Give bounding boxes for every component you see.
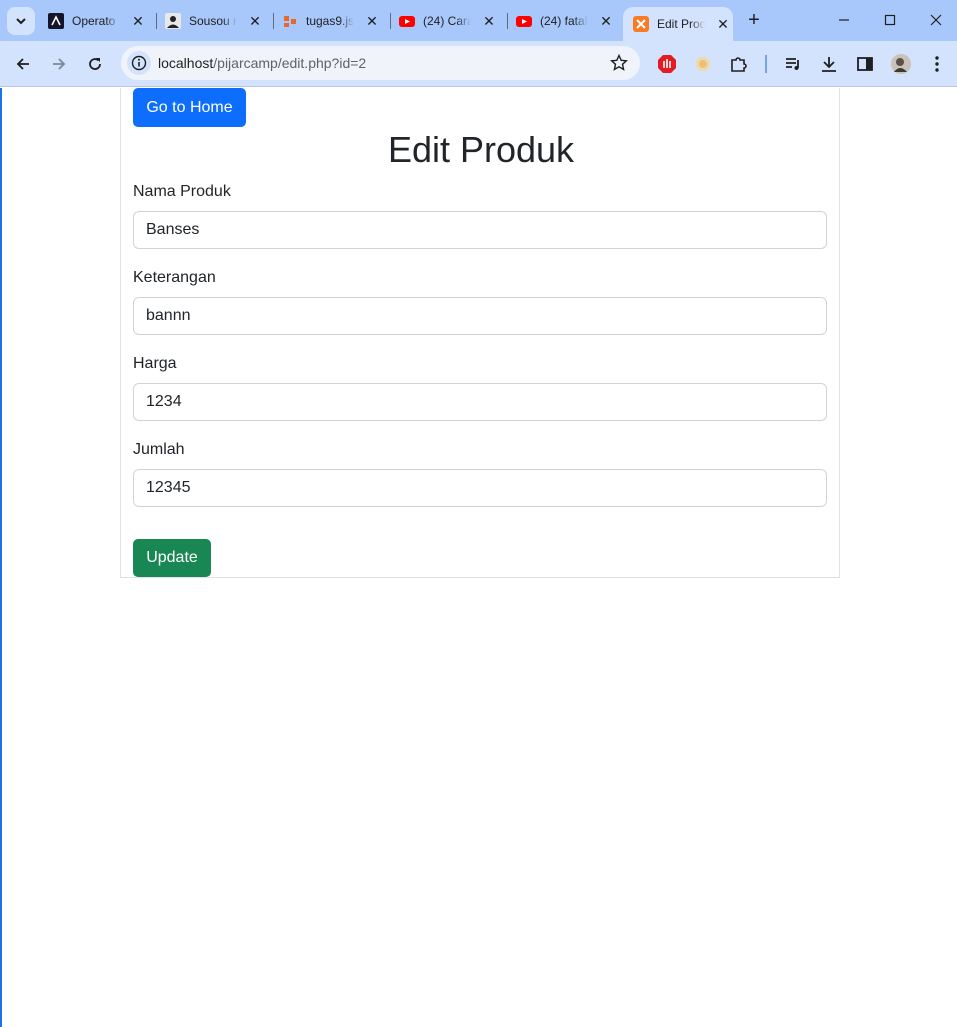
keterangan-input[interactable] — [133, 297, 827, 335]
url-host: localhost — [158, 55, 214, 71]
url-path: /pijarcamp/edit.php?id=2 — [213, 55, 367, 71]
chevron-down-icon — [16, 18, 26, 25]
tab-title: Edit Prod — [657, 17, 705, 31]
browser-toolbar: localhost/pijarcamp/edit.php?id=2 — [0, 41, 957, 87]
gitlab-icon — [282, 13, 298, 29]
tab-title: (24) fatal — [540, 14, 588, 28]
page-title: Edit Produk — [387, 129, 575, 170]
user-icon — [165, 13, 181, 29]
update-button[interactable]: Update — [133, 539, 211, 577]
extensions-puzzle-icon[interactable] — [728, 53, 750, 75]
tab-youtube-cara[interactable]: (24) Cara ✕ — [389, 7, 506, 35]
tab-strip: Operato ✕ Sousou n ✕ tugas9.js ✕ (24) Ca… — [0, 0, 957, 41]
minimize-icon[interactable] — [832, 8, 856, 32]
star-icon[interactable] — [610, 54, 628, 72]
site-info-icon[interactable] — [127, 51, 151, 75]
jumlah-input[interactable] — [133, 469, 827, 507]
avatar[interactable] — [890, 53, 912, 75]
back-icon[interactable] — [11, 52, 35, 76]
window-close-icon[interactable] — [924, 8, 948, 32]
operator-icon — [48, 13, 64, 29]
youtube-icon — [516, 13, 532, 29]
side-panel-icon[interactable] — [854, 53, 876, 75]
tab-title: (24) Cara — [423, 14, 471, 28]
keterangan-label: Keterangan — [133, 269, 216, 286]
close-icon[interactable]: ✕ — [130, 13, 146, 29]
edit-form-container: Go to Home Edit Produk Nama Produk Keter… — [120, 88, 840, 578]
forward-icon[interactable] — [47, 52, 71, 76]
page-border — [0, 88, 2, 1027]
tab-sousou[interactable]: Sousou n ✕ — [155, 7, 272, 35]
youtube-icon — [399, 13, 415, 29]
menu-kebab-icon[interactable] — [926, 53, 948, 75]
tab-title: Sousou n — [189, 14, 237, 28]
tab-edit-produk[interactable]: Edit Prod ✕ — [623, 7, 733, 41]
close-icon[interactable]: ✕ — [481, 13, 497, 29]
media-queue-icon[interactable] — [782, 53, 804, 75]
jumlah-label: Jumlah — [133, 441, 185, 458]
close-icon[interactable]: ✕ — [715, 16, 731, 32]
tab-operator[interactable]: Operato ✕ — [38, 7, 155, 35]
address-bar[interactable]: localhost/pijarcamp/edit.php?id=2 — [121, 46, 640, 80]
harga-label: Harga — [133, 355, 177, 372]
nama-produk-input[interactable] — [133, 211, 827, 249]
tab-title: tugas9.js — [306, 14, 354, 28]
tab-search-button[interactable] — [7, 7, 35, 35]
adblock-extension-icon[interactable] — [656, 53, 678, 75]
close-icon[interactable]: ✕ — [598, 13, 614, 29]
tab-youtube-fatal[interactable]: (24) fatal ✕ — [506, 7, 623, 35]
close-icon[interactable]: ✕ — [364, 13, 380, 29]
go-home-button[interactable]: Go to Home — [133, 88, 246, 127]
download-icon[interactable] — [818, 53, 840, 75]
reload-icon[interactable] — [83, 52, 107, 76]
harga-input[interactable] — [133, 383, 827, 421]
tab-title: Operato — [72, 14, 116, 28]
xampp-icon — [633, 16, 649, 32]
nama-produk-label: Nama Produk — [133, 183, 231, 200]
extension-sun-icon[interactable] — [692, 53, 714, 75]
toolbar-divider — [765, 55, 767, 73]
maximize-icon[interactable] — [878, 8, 902, 32]
close-icon[interactable]: ✕ — [247, 13, 263, 29]
tab-tugas9[interactable]: tugas9.js ✕ — [272, 7, 389, 35]
new-tab-button[interactable]: + — [744, 10, 764, 30]
url-text[interactable]: localhost/pijarcamp/edit.php?id=2 — [158, 55, 366, 71]
